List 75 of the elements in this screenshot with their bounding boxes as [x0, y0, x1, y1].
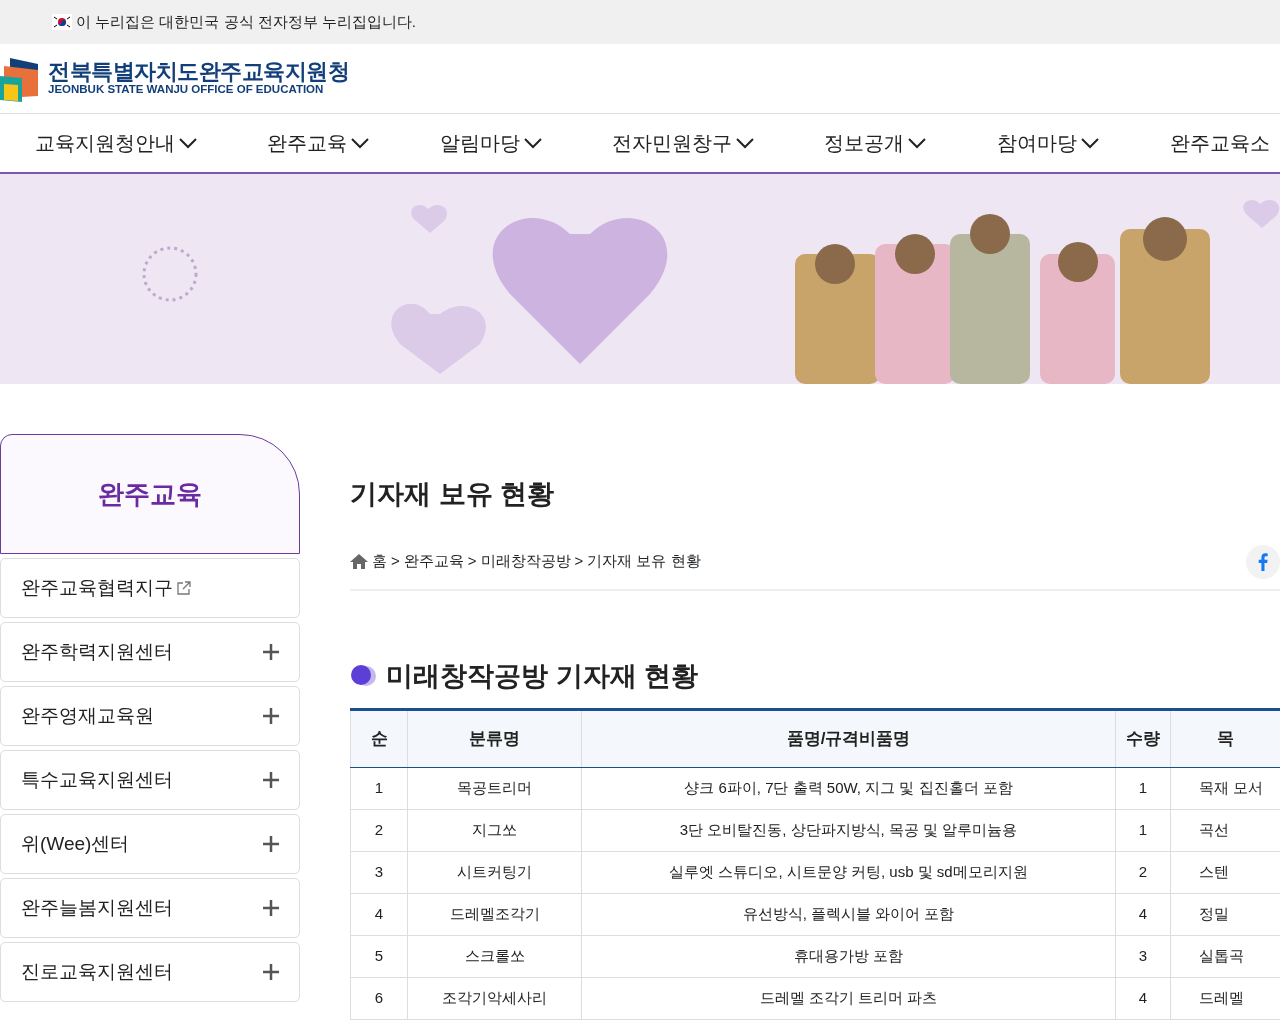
chevron-down-icon	[351, 137, 369, 149]
breadcrumb-separator: >	[391, 551, 400, 572]
plus-icon	[263, 900, 279, 916]
table-cell: 조각기악세사리	[407, 977, 582, 1020]
facebook-share-button[interactable]	[1246, 544, 1280, 579]
column-header: 순	[350, 709, 408, 768]
nav-menu-item[interactable]: 정보공개	[824, 128, 997, 158]
chevron-down-icon	[736, 137, 754, 149]
chevron-down-icon	[908, 137, 926, 149]
flag-icon	[52, 14, 72, 30]
chevron-down-icon	[524, 137, 542, 149]
table-cell: 4	[1115, 977, 1171, 1020]
table-cell: 3단 오비탈진동, 상단파지방식, 목공 및 알루미늄용	[581, 809, 1116, 852]
plus-icon	[263, 772, 279, 788]
table-cell: 3	[350, 851, 408, 894]
nav-menu-item[interactable]: 알림마당	[440, 128, 612, 158]
facebook-icon	[1258, 552, 1268, 571]
table-cell: 3	[1115, 935, 1171, 978]
nav-menu-item[interactable]: 완주교육소	[1170, 128, 1280, 158]
plus-icon	[263, 644, 279, 660]
sidebar-menu-item[interactable]: 위(Wee)센터	[0, 814, 300, 874]
plus-icon	[263, 836, 279, 852]
sidebar-menu-item[interactable]: 완주영재교육원	[0, 686, 300, 746]
breadcrumb-link[interactable]: 기자재 보유 현황	[587, 550, 701, 573]
table-cell: 6	[350, 977, 408, 1020]
table-cell: 2	[1115, 851, 1171, 894]
logo-subtitle: JEONBUK STATE WANJU OFFICE OF EDUCATION	[48, 82, 324, 97]
page-title: 기자재 보유 현황	[350, 478, 555, 511]
sidebar-menu-item[interactable]: 특수교육지원센터	[0, 750, 300, 810]
home-icon	[350, 554, 368, 569]
nav-menu-item[interactable]: 참여마당	[997, 128, 1170, 158]
table-cell: 1	[1115, 809, 1171, 852]
table-cell: 시트커팅기	[407, 851, 582, 894]
chevron-down-icon	[1081, 137, 1099, 149]
table-cell: 스크롤쏘	[407, 935, 582, 978]
table-cell: 5	[350, 935, 408, 978]
sidebar-menu-item[interactable]: 완주교육협력지구	[0, 558, 300, 618]
table-cell: 2	[350, 809, 408, 852]
external-link-icon	[177, 581, 191, 595]
nav-menu-item[interactable]: 교육지원청안내	[35, 128, 267, 158]
nav-menu-item[interactable]: 완주교육	[267, 128, 440, 158]
logo-title[interactable]: 전북특별자치도완주교육지원청	[48, 60, 349, 83]
breadcrumb-link[interactable]: 완주교육	[403, 550, 464, 573]
table-cell: 지그쏘	[407, 809, 582, 852]
table-cell: 유선방식, 플렉시블 와이어 포함	[581, 893, 1116, 936]
table-cell: 1	[350, 767, 408, 810]
table-cell: 4	[1115, 893, 1171, 936]
sidebar-menu-item[interactable]: 완주학력지원센터	[0, 622, 300, 682]
nav-menu-item[interactable]: 전자민원창구	[612, 128, 824, 158]
breadcrumb-separator: >	[467, 551, 477, 572]
logo-icon[interactable]	[0, 55, 40, 102]
sidebar-menu-item[interactable]: 완주늘봄지원센터	[0, 878, 300, 938]
bullet-icon	[350, 663, 378, 688]
column-header: 목	[1170, 709, 1280, 768]
section-title: 미래창작공방 기자재 현황	[386, 659, 698, 693]
chevron-down-icon	[179, 137, 197, 149]
sidebar-menu-item[interactable]: 진로교육지원센터	[0, 942, 300, 1002]
sidebar-title: 완주교육	[0, 434, 300, 554]
plus-icon	[263, 708, 279, 724]
breadcrumb-separator: >	[574, 551, 584, 572]
column-header: 품명/규격비품명	[581, 709, 1116, 768]
breadcrumb-link[interactable]: 미래창작공방	[480, 550, 571, 573]
table-cell: 휴대용가방 포함	[581, 935, 1116, 978]
table-cell: 드레멜조각기	[407, 893, 582, 936]
table-cell: 목공트리머	[407, 767, 582, 810]
notice-text: 이 누리집은 대한민국 공식 전자정부 누리집입니다.	[76, 11, 416, 32]
table-cell: 1	[1115, 767, 1171, 810]
breadcrumb-link[interactable]: 홈	[372, 550, 387, 573]
plus-icon	[263, 964, 279, 980]
table-cell: 샹크 6파이, 7단 출력 50W, 지그 및 집진홀더 포함	[581, 767, 1116, 810]
column-header: 분류명	[407, 709, 582, 768]
column-header: 수량	[1115, 709, 1171, 768]
table-cell: 드레멜 조각기 트리머 파츠	[581, 977, 1116, 1020]
table-cell: 4	[350, 893, 408, 936]
table-cell: 실루엣 스튜디오, 시트문양 커팅, usb 및 sd메모리지원	[581, 851, 1116, 894]
